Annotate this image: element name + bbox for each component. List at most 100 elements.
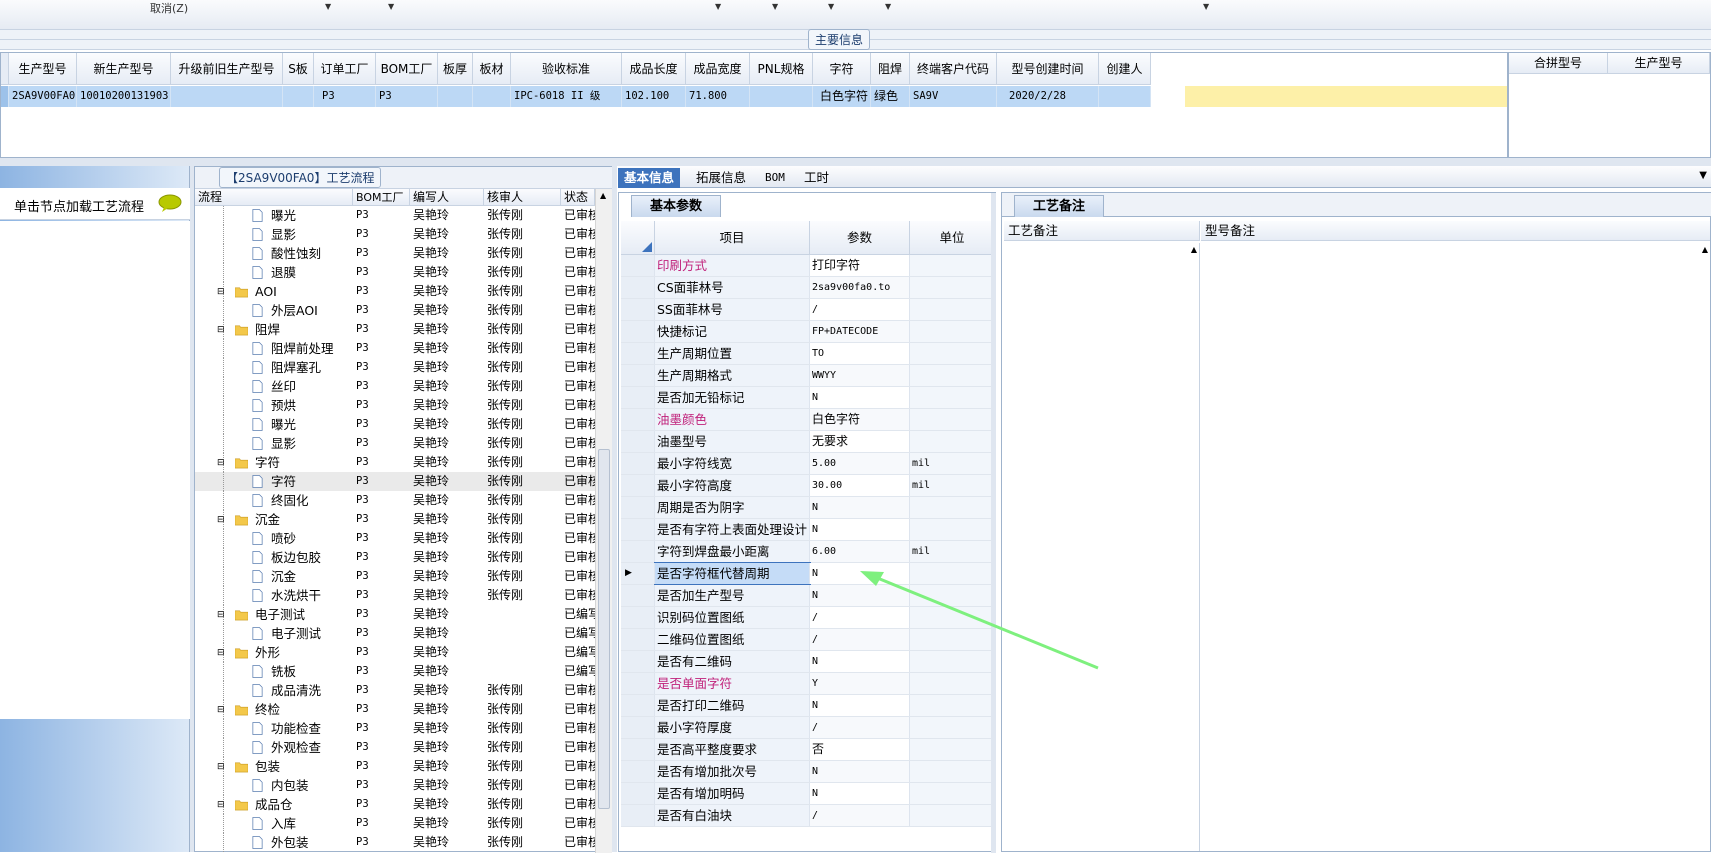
tree-node[interactable]: 沉金: [195, 567, 353, 586]
column-header[interactable]: 单位: [910, 221, 995, 255]
tree-row[interactable]: 外包装 P3 吴艳玲 张传刚 已审核: [195, 833, 595, 852]
column-header[interactable]: 新生产型号: [77, 53, 171, 85]
tree-node[interactable]: 退膜: [195, 263, 353, 282]
table-cell[interactable]: 10010200131903: [77, 86, 171, 107]
tree-node[interactable]: ⊟ 字符: [195, 453, 353, 472]
speech-bubble-icon[interactable]: [158, 194, 182, 212]
table-cell[interactable]: IPC-6018 II 级: [511, 86, 622, 107]
chevron-down-icon[interactable]: ▼: [885, 2, 891, 11]
tree-row[interactable]: 预烘 P3 吴艳玲 张传刚 已审核: [195, 396, 595, 415]
tree-row[interactable]: ⊟ 终检 P3 吴艳玲 张传刚 已审核: [195, 700, 595, 719]
tree-node[interactable]: ⊟ 成品仓: [195, 795, 353, 814]
column-header[interactable]: 板厚: [438, 53, 473, 85]
params-row[interactable]: 是否有增加批次号 N: [621, 761, 995, 783]
params-row[interactable]: 是否加无铅标记 N: [621, 387, 995, 409]
column-header[interactable]: 生产型号: [1608, 53, 1710, 74]
params-row[interactable]: 识别码位置图纸 /: [621, 607, 995, 629]
params-row[interactable]: 是否有字符上表面处理设计 N: [621, 519, 995, 541]
params-row[interactable]: 周期是否为阴字 N: [621, 497, 995, 519]
param-value[interactable]: N: [810, 497, 910, 518]
chevron-down-icon[interactable]: ▼: [1699, 170, 1707, 181]
row-selector[interactable]: [621, 629, 655, 650]
collapse-icon[interactable]: ⊟: [217, 606, 230, 620]
tree-node[interactable]: ⊟ 电子测试: [195, 605, 353, 624]
tree-node[interactable]: 入库: [195, 814, 353, 833]
chevron-down-icon[interactable]: ▼: [325, 2, 331, 11]
tree-row[interactable]: 显影 P3 吴艳玲 张传刚 已审核: [195, 434, 595, 453]
params-row[interactable]: 是否有二维码 N: [621, 651, 995, 673]
param-value[interactable]: 白色字符: [810, 409, 910, 430]
table-row[interactable]: 2SA9V00FA0 10010200131903 P3 P3 IPC-6018…: [1, 86, 1151, 107]
tree-node[interactable]: 板边包胶: [195, 548, 353, 567]
row-selector[interactable]: [621, 453, 655, 474]
column-header[interactable]: 状态: [561, 189, 595, 206]
horizontal-splitter[interactable]: [0, 158, 1711, 166]
tree-row[interactable]: ⊟ 成品仓 P3 吴艳玲 张传刚 已审核: [195, 795, 595, 814]
param-value[interactable]: 打印字符: [810, 255, 910, 276]
tree-row[interactable]: 内包装 P3 吴艳玲 张传刚 已审核: [195, 776, 595, 795]
column-header[interactable]: 合拼型号: [1509, 53, 1608, 74]
column-header[interactable]: PNL规格: [750, 53, 813, 85]
param-value[interactable]: N: [810, 651, 910, 672]
column-header[interactable]: 流程: [195, 189, 353, 206]
tree-node[interactable]: 功能检查: [195, 719, 353, 738]
row-selector[interactable]: [621, 739, 655, 760]
param-value[interactable]: /: [810, 607, 910, 628]
params-row[interactable]: 是否有白油块 /: [621, 805, 995, 827]
collapse-icon[interactable]: ⊟: [217, 796, 230, 810]
param-value[interactable]: TO: [810, 343, 910, 364]
row-selector[interactable]: [621, 717, 655, 738]
tree-node[interactable]: 外层AOI: [195, 301, 353, 320]
table-cell[interactable]: P3: [376, 86, 438, 107]
row-selector[interactable]: [621, 321, 655, 342]
row-selector[interactable]: [621, 277, 655, 298]
params-row[interactable]: 油墨颜色 白色字符: [621, 409, 995, 431]
column-header[interactable]: 字符: [813, 53, 871, 85]
merge-grid[interactable]: 合拼型号 生产型号: [1508, 52, 1711, 158]
row-selector[interactable]: [621, 365, 655, 386]
column-header[interactable]: S板: [283, 53, 314, 85]
column-header[interactable]: 验收标准: [511, 53, 622, 85]
param-value[interactable]: N: [810, 695, 910, 716]
collapse-icon[interactable]: ⊟: [217, 454, 230, 468]
param-value[interactable]: N: [810, 783, 910, 804]
tree-row[interactable]: 曝光 P3 吴艳玲 张传刚 已审核: [195, 206, 595, 225]
tree-row[interactable]: ⊟ AOI P3 吴艳玲 张传刚 已审核: [195, 282, 595, 301]
tree-node[interactable]: ⊟ 阻焊: [195, 320, 353, 339]
param-value[interactable]: /: [810, 629, 910, 650]
tree-row[interactable]: 外层AOI P3 吴艳玲 张传刚 已审核: [195, 301, 595, 320]
column-header[interactable]: 阻焊: [871, 53, 910, 85]
row-selector[interactable]: [621, 497, 655, 518]
row-selector[interactable]: [621, 805, 655, 826]
tab-basic-info[interactable]: 基本信息: [618, 168, 681, 188]
params-row[interactable]: 是否加生产型号 N: [621, 585, 995, 607]
tree-node[interactable]: 字符: [195, 472, 353, 491]
row-selector[interactable]: [621, 299, 655, 320]
param-value[interactable]: N: [810, 387, 910, 408]
column-header[interactable]: 参数: [810, 221, 910, 255]
table-cell[interactable]: [171, 86, 283, 107]
row-selector[interactable]: [621, 387, 655, 408]
row-selector[interactable]: [621, 409, 655, 430]
tree-row[interactable]: 终固化 P3 吴艳玲 张传刚 已审核: [195, 491, 595, 510]
column-header[interactable]: 型号创建时间: [997, 53, 1099, 85]
table-cell[interactable]: 102.100: [622, 86, 686, 107]
collapse-icon[interactable]: ⊟: [217, 644, 230, 658]
table-cell[interactable]: P3: [314, 86, 376, 107]
tree-node[interactable]: 曝光: [195, 206, 353, 225]
tree-row[interactable]: 板边包胶 P3 吴艳玲 张传刚 已审核: [195, 548, 595, 567]
params-row[interactable]: 是否单面字符 Y: [621, 673, 995, 695]
tree-row[interactable]: ⊟ 电子测试 P3 吴艳玲 已编写: [195, 605, 595, 624]
param-value[interactable]: 2sa9v00fa0.to: [810, 277, 910, 298]
tab-basic-params[interactable]: 基本参数: [631, 195, 721, 217]
param-value[interactable]: 30.00: [810, 475, 910, 496]
collapse-icon[interactable]: ⊟: [217, 758, 230, 772]
column-header[interactable]: 核审人: [484, 189, 561, 206]
tree-node[interactable]: ⊟ 外形: [195, 643, 353, 662]
column-header[interactable]: 终端客户代码: [910, 53, 997, 85]
params-row[interactable]: 二维码位置图纸 /: [621, 629, 995, 651]
tree-node[interactable]: 成品清洗: [195, 681, 353, 700]
tree-node[interactable]: 显影: [195, 225, 353, 244]
tree-row[interactable]: 阻焊塞孔 P3 吴艳玲 张传刚 已审核: [195, 358, 595, 377]
chevron-down-icon[interactable]: ▼: [388, 2, 394, 11]
